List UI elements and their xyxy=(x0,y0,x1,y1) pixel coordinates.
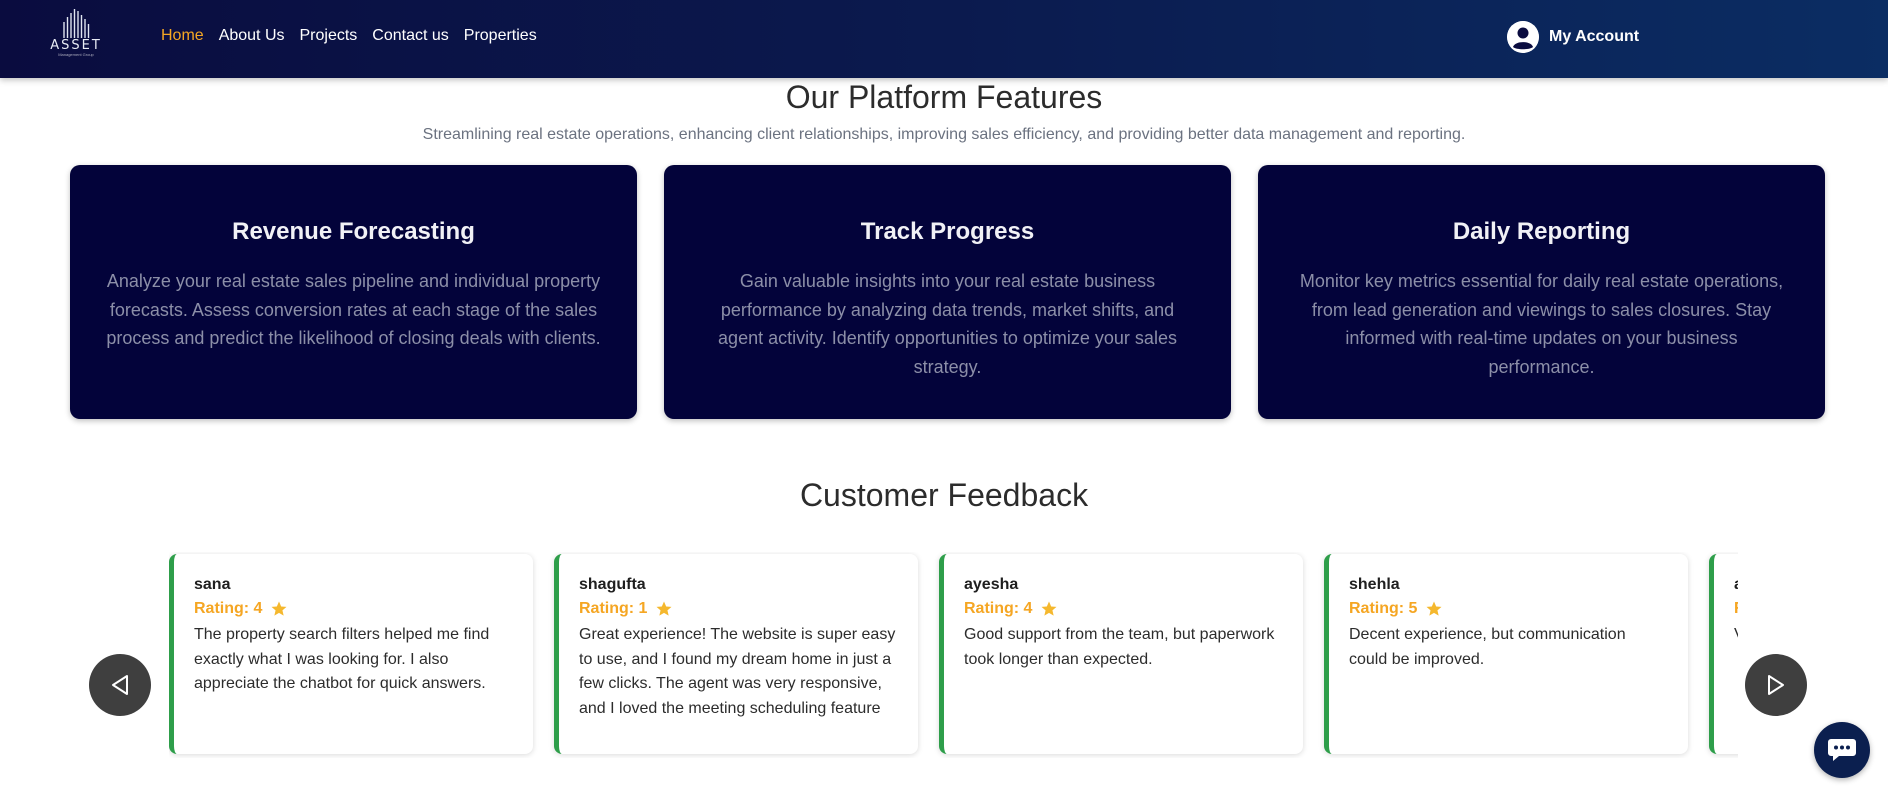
logo[interactable]: ASSET Management Group xyxy=(46,8,106,62)
carousel-next-button[interactable] xyxy=(1745,654,1807,716)
star-icon xyxy=(656,601,672,616)
user-circle-icon xyxy=(1507,21,1539,53)
star-icon xyxy=(1426,601,1442,616)
nav-about-us[interactable]: About Us xyxy=(219,27,285,45)
review-text: Good support from the team, but paperwor… xyxy=(964,626,1275,668)
review-text: Decent experience, but communication cou… xyxy=(1349,626,1626,668)
review-rating: Rating: 4 xyxy=(964,600,1283,618)
feedback-title: Customer Feedback xyxy=(799,477,1089,513)
chat-button[interactable] xyxy=(1814,722,1870,778)
features-title: Our Platform Features xyxy=(785,79,1103,115)
review-text: The property search filters helped me fi… xyxy=(194,626,490,692)
triangle-left-icon xyxy=(112,675,128,695)
reviewer-name: sana xyxy=(194,576,231,593)
nav-home[interactable]: Home xyxy=(161,27,204,45)
review-rating: R xyxy=(1734,600,1738,618)
rating-text: R xyxy=(1734,600,1738,618)
feature-card-text: Gain valuable insights into your real es… xyxy=(718,271,1177,377)
review-rating: Rating: 5 xyxy=(1349,600,1668,618)
feature-card-title: Daily Reporting xyxy=(1452,218,1631,245)
feature-card-daily-reporting: Daily Reporting Monitor key metrics esse… xyxy=(1258,165,1825,419)
star-icon xyxy=(1041,601,1057,616)
review-card: shehla Rating: 5 Decent experience, but … xyxy=(1324,554,1688,754)
nav-projects[interactable]: Projects xyxy=(300,27,358,45)
feature-card-revenue-forecasting: Revenue Forecasting Analyze your real es… xyxy=(70,165,637,419)
building-logo-icon xyxy=(63,9,90,38)
reviewer-name: ayesha xyxy=(964,576,1019,593)
my-account-label: My Account xyxy=(1549,28,1640,45)
review-card: sana Rating: 4 The property search filte… xyxy=(169,554,533,754)
reviewer-name: shagufta xyxy=(579,576,646,593)
carousel-prev-button[interactable] xyxy=(89,654,151,716)
review-text: Great experience! The website is super e… xyxy=(579,626,896,717)
feature-card-title: Revenue Forecasting xyxy=(232,218,475,245)
nav-properties[interactable]: Properties xyxy=(464,27,537,45)
review-text: V b xyxy=(1734,623,1738,648)
feature-card-track-progress: Track Progress Gain valuable insights in… xyxy=(664,165,1231,419)
review-card: a R V b xyxy=(1709,554,1738,754)
reviewer-name: shehla xyxy=(1349,576,1400,593)
feature-card-title: Track Progress xyxy=(860,218,1035,245)
chat-bubble-icon xyxy=(1828,739,1856,761)
rating-text: Rating: 5 xyxy=(1349,600,1418,617)
rating-text: Rating: 1 xyxy=(579,600,648,617)
rating-text: Rating: 4 xyxy=(964,600,1033,617)
rating-text: Rating: 4 xyxy=(194,600,263,617)
triangle-right-icon xyxy=(1768,675,1784,695)
review-card: shagufta Rating: 1 Great experience! The… xyxy=(554,554,918,754)
reviewer-name: a xyxy=(1734,576,1738,594)
star-icon xyxy=(271,601,287,616)
my-account-button[interactable]: My Account xyxy=(1507,21,1639,53)
top-navigation-bar: ASSET Management Group Home About Us Pro… xyxy=(0,0,1888,78)
feature-card-text: Analyze your real estate sales pipeline … xyxy=(106,271,601,348)
review-rating: Rating: 1 xyxy=(579,600,898,618)
nav-contact-us[interactable]: Contact us xyxy=(372,27,448,45)
features-subtitle: Streamlining real estate operations, enh… xyxy=(422,126,1466,143)
reviews-carousel: sana Rating: 4 The property search filte… xyxy=(169,552,1738,758)
review-rating: Rating: 4 xyxy=(194,600,513,618)
feature-card-text: Monitor key metrics essential for daily … xyxy=(1299,271,1784,377)
logo-text: ASSET xyxy=(50,38,102,53)
main-nav: Home About Us Projects Contact us Proper… xyxy=(161,27,552,45)
review-card: ayesha Rating: 4 Good support from the t… xyxy=(939,554,1303,754)
